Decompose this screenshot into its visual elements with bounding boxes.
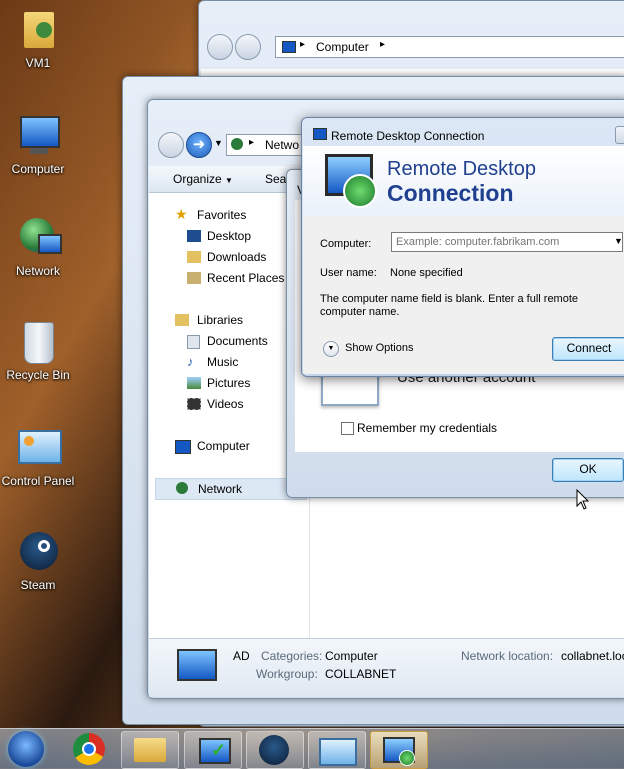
- categories-value: Computer: [325, 649, 378, 663]
- mouse-cursor-icon: [576, 489, 590, 510]
- rdc-title: Remote Desktop Connection: [331, 129, 485, 143]
- username-label: User name:: [320, 267, 377, 279]
- forward-button[interactable]: [235, 34, 261, 60]
- network-small-icon: [231, 138, 243, 150]
- chevron-right-icon: ▸: [300, 39, 306, 50]
- rdc-dialog[interactable]: Remote Desktop Connection Remote Desktop…: [301, 117, 624, 377]
- computer-small-icon: [282, 41, 296, 53]
- taskbar-steam[interactable]: [246, 731, 304, 769]
- workgroup-value: COLLABNET: [325, 667, 397, 681]
- computer-icon: [175, 440, 191, 454]
- show-options-label[interactable]: Show Options: [345, 342, 413, 354]
- forward-button[interactable]: ➜: [186, 132, 212, 158]
- star-icon: ★: [175, 206, 188, 222]
- computer-input[interactable]: [391, 232, 623, 252]
- computer-large-icon: [177, 649, 217, 681]
- videos-icon: [187, 398, 201, 410]
- header-line2: Connection: [387, 180, 514, 206]
- show-options-toggle[interactable]: ▼: [323, 341, 339, 357]
- close-button[interactable]: [615, 126, 624, 144]
- desktop-icon-label: VM1: [25, 56, 51, 70]
- remember-label[interactable]: Remember my credentials: [357, 421, 497, 435]
- navigation-pane: ★ Favorites Desktop Downloads Recent Pla…: [149, 193, 309, 638]
- details-name: AD: [233, 649, 250, 663]
- taskbar-vm[interactable]: ✓: [184, 731, 242, 769]
- organize-button[interactable]: Organize ▼: [173, 172, 233, 186]
- desktop-icon-control-panel[interactable]: Control Panel: [0, 426, 78, 488]
- taskbar-rdc[interactable]: [370, 731, 428, 769]
- connect-button[interactable]: Connect: [552, 337, 624, 361]
- ok-button[interactable]: OK: [552, 458, 624, 482]
- rdc-title-icon: [313, 128, 327, 140]
- desktop-icon-label: Steam: [20, 578, 56, 592]
- rdc-message: The computer name field is blank. Enter …: [320, 293, 579, 318]
- computer-label: Computer:: [320, 238, 372, 250]
- taskbar: ✓: [0, 728, 624, 769]
- address-text: Computer: [316, 40, 369, 54]
- downloads-folder-icon: [187, 251, 201, 263]
- remember-checkbox[interactable]: [341, 422, 354, 435]
- chevron-down-icon[interactable]: ▼: [614, 236, 623, 246]
- recent-places-icon: [187, 272, 201, 284]
- network-location-value: collabnet.loc: [561, 649, 624, 663]
- chevron-right-icon: ▸: [249, 137, 255, 148]
- back-button[interactable]: [207, 34, 233, 60]
- computer-icon: [16, 114, 60, 158]
- chevron-right-icon: ▸: [380, 39, 386, 50]
- control-panel-icon: [16, 426, 62, 470]
- desktop-icon-computer[interactable]: Computer: [0, 114, 78, 176]
- desktop-icon-label: Network: [15, 264, 60, 278]
- chrome-icon[interactable]: [73, 733, 105, 765]
- explorer-folder-icon: [134, 738, 166, 762]
- workgroup-label: Workgroup:: [256, 667, 318, 681]
- categories-label: Categories:: [261, 649, 323, 663]
- desktop-icon-label: Recycle Bin: [6, 368, 70, 382]
- steam-icon: [259, 735, 289, 765]
- desktop-icon-steam[interactable]: Steam: [0, 530, 78, 592]
- address-text: Netwo: [265, 138, 300, 152]
- details-pane: AD Categories: Computer Workgroup: COLLA…: [149, 638, 624, 697]
- start-orb-icon[interactable]: [8, 731, 44, 767]
- documents-icon: [187, 335, 200, 349]
- chevron-down-icon: ▼: [225, 176, 233, 185]
- libraries-icon: [175, 314, 189, 326]
- dropdown-arrow-icon[interactable]: ▼: [214, 138, 223, 148]
- desktop-icon-label: Control Panel: [1, 474, 75, 488]
- back-button[interactable]: [158, 132, 184, 158]
- steam-icon: [16, 530, 60, 574]
- network-globe-icon: [176, 482, 188, 494]
- music-icon: ♪: [187, 354, 194, 369]
- desktop-icon-network[interactable]: Network: [0, 216, 78, 278]
- recycle-bin-icon: [16, 320, 60, 364]
- desktop-icon-recycle-bin[interactable]: Recycle Bin: [0, 320, 78, 382]
- username-value: None specified: [390, 267, 463, 279]
- header-line1: Remote Desktop: [387, 158, 536, 180]
- desktop-icon: [187, 230, 201, 242]
- control-panel-icon: [319, 738, 357, 766]
- rdc-header: Remote Desktop Connection: [303, 146, 624, 216]
- network-globe-icon: [16, 216, 62, 260]
- taskbar-control-panel[interactable]: [308, 731, 366, 769]
- pictures-icon: [187, 377, 201, 389]
- address-bar[interactable]: ▸ Computer ▸: [275, 36, 624, 58]
- user-folder-icon: [16, 8, 60, 52]
- network-location-label: Network location:: [461, 649, 554, 663]
- nav-network[interactable]: Network: [155, 478, 307, 500]
- desktop-icon-label: Computer: [11, 162, 65, 176]
- taskbar-explorer[interactable]: [121, 731, 179, 769]
- desktop-icon-vm1[interactable]: VM1: [0, 8, 78, 70]
